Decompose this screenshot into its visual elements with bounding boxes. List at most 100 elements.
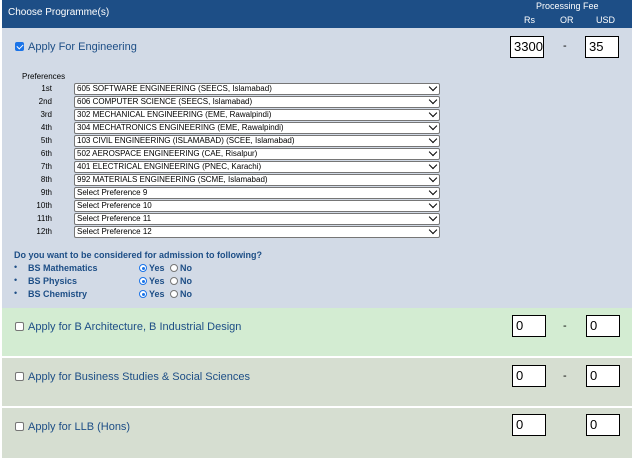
architecture-fee-usd-input[interactable]: 0 [586, 315, 620, 337]
engineering-fee-usd-input[interactable]: 35 [585, 36, 619, 58]
preference-selected-value: Select Preference 11 [77, 214, 152, 223]
preference-selected-value: 302 MECHANICAL ENGINEERING (EME, Rawalpi… [77, 110, 272, 119]
no-label: No [180, 289, 192, 299]
architecture-section: Apply for B Architecture, B Industrial D… [2, 308, 632, 356]
preference-row: 7th 401 ELECTRICAL ENGINEERING (PNEC, Kar… [2, 161, 632, 173]
preference-selected-value: 502 AEROSPACE ENGINEERING (CAE, Risalpur… [77, 149, 258, 158]
engineering-section: Apply For Engineering 3300 - 35 Preferen… [2, 28, 632, 308]
preference-row: 8th 992 MATERIALS ENGINEERING (SCME, Isla… [2, 174, 632, 186]
chevron-down-icon [428, 110, 438, 118]
preference-selected-value: 606 COMPUTER SCIENCE (SEECS, Islamabad) [77, 97, 253, 106]
bs-option-row: • BS Mathematics Yes No [2, 262, 302, 274]
preference-ordinal: 3rd [40, 110, 52, 119]
architecture-checkbox[interactable] [15, 322, 24, 331]
preference-select-7[interactable]: 401 ELECTRICAL ENGINEERING (PNEC, Karach… [74, 161, 440, 173]
preference-row: 6th 502 AEROSPACE ENGINEERING (CAE, Risal… [2, 148, 632, 160]
preference-ordinal: 1st [41, 84, 52, 93]
preference-ordinal: 4th [40, 123, 52, 132]
preference-ordinal: 10th [36, 201, 52, 210]
bullet-icon: • [14, 288, 18, 298]
preference-select-1[interactable]: 605 SOFTWARE ENGINEERING (SEECS, Islamab… [74, 83, 440, 95]
preference-selected-value: Select Preference 10 [77, 201, 152, 210]
preference-ordinal: 2nd [38, 97, 52, 106]
bs-option-row: • BS Chemistry Yes No [2, 288, 302, 300]
chevron-down-icon [428, 97, 438, 105]
architecture-fee-dash: - [563, 320, 567, 332]
preference-row: 10th Select Preference 10 [2, 200, 632, 212]
yes-label: Yes [149, 276, 165, 286]
bs-no-radio[interactable] [170, 264, 178, 272]
preference-ordinal: 8th [40, 175, 52, 184]
llb-label: Apply for LLB (Hons) [28, 421, 131, 433]
chevron-down-icon [428, 136, 438, 144]
preference-selected-value: 304 MECHATRONICS ENGINEERING (EME, Rawal… [77, 123, 284, 132]
preference-select-6[interactable]: 502 AEROSPACE ENGINEERING (CAE, Risalpur… [74, 148, 440, 160]
bs-option-name: BS Mathematics [28, 263, 98, 273]
chevron-down-icon [428, 214, 438, 222]
bullet-icon: • [14, 262, 18, 272]
bs-yes-radio[interactable] [139, 290, 147, 298]
engineering-fee-dash: - [563, 40, 567, 52]
engineering-fee-rs-input[interactable]: 3300 [510, 36, 544, 58]
bs-yes-radio[interactable] [139, 277, 147, 285]
preference-row: 9th Select Preference 9 [2, 187, 632, 199]
preference-select-12[interactable]: Select Preference 12 [74, 226, 440, 238]
no-label: No [180, 276, 192, 286]
bs-yes-radio[interactable] [139, 264, 147, 272]
no-label: No [180, 263, 192, 273]
business-fee-usd-input[interactable]: 0 [586, 365, 620, 387]
chevron-down-icon [428, 201, 438, 209]
llb-section: Apply for LLB (Hons) 0 0 [2, 408, 632, 458]
preference-select-2[interactable]: 606 COMPUTER SCIENCE (SEECS, Islamabad) [74, 96, 440, 108]
llb-checkbox[interactable] [15, 422, 24, 431]
preference-row: 5th 103 CIVIL ENGINEERING (ISLAMABAD) (SC… [2, 135, 632, 147]
bs-no-radio[interactable] [170, 290, 178, 298]
preference-ordinal: 12th [36, 227, 52, 236]
chevron-down-icon [428, 84, 438, 92]
preference-row: 12th Select Preference 12 [2, 226, 632, 238]
chevron-down-icon [428, 175, 438, 183]
bullet-icon: • [14, 275, 18, 285]
bs-option-name: BS Chemistry [28, 289, 88, 299]
preference-select-3[interactable]: 302 MECHANICAL ENGINEERING (EME, Rawalpi… [74, 109, 440, 121]
bs-no-radio[interactable] [170, 277, 178, 285]
preference-select-11[interactable]: Select Preference 11 [74, 213, 440, 225]
yes-label: Yes [149, 289, 165, 299]
preferences-label: Preferences [22, 72, 66, 81]
admission-question: Do you want to be considered for admissi… [14, 250, 263, 260]
llb-fee-usd-input[interactable]: 0 [586, 414, 620, 436]
preference-ordinal: 9th [40, 188, 52, 197]
programme-header: Choose Programme(s) Processing Fee Rs OR… [2, 0, 632, 28]
preference-ordinal: 7th [40, 162, 52, 171]
business-fee-rs-input[interactable]: 0 [512, 365, 546, 387]
preference-row: 3rd 302 MECHANICAL ENGINEERING (EME, Rawa… [2, 109, 632, 121]
preference-select-10[interactable]: Select Preference 10 [74, 200, 440, 212]
preference-ordinal: 5th [40, 136, 52, 145]
preference-selected-value: 103 CIVIL ENGINEERING (ISLAMABAD) (SCEE,… [77, 136, 295, 145]
architecture-fee-rs-input[interactable]: 0 [512, 315, 546, 337]
bs-option-name: BS Physics [28, 276, 78, 286]
rs-column-label: Rs [524, 15, 535, 25]
chevron-down-icon [428, 227, 438, 235]
preference-row: 11th Select Preference 11 [2, 213, 632, 225]
processing-fee-label: Processing Fee [536, 1, 599, 11]
preference-selected-value: Select Preference 9 [77, 188, 148, 197]
or-column-label: OR [560, 15, 574, 25]
preference-select-9[interactable]: Select Preference 9 [74, 187, 440, 199]
preference-row: 2nd 606 COMPUTER SCIENCE (SEECS, Islamaba… [2, 96, 632, 108]
preference-ordinal: 11th [37, 214, 52, 223]
business-checkbox[interactable] [15, 372, 24, 381]
preference-selected-value: 401 ELECTRICAL ENGINEERING (PNEC, Karach… [77, 162, 262, 171]
chevron-down-icon [428, 162, 438, 170]
engineering-checkbox[interactable] [15, 42, 24, 51]
preference-select-4[interactable]: 304 MECHATRONICS ENGINEERING (EME, Rawal… [74, 122, 440, 134]
preference-select-8[interactable]: 992 MATERIALS ENGINEERING (SCME, Islamab… [74, 174, 440, 186]
business-section: Apply for Business Studies & Social Scie… [2, 358, 632, 406]
preference-selected-value: Select Preference 12 [77, 227, 152, 236]
preference-select-5[interactable]: 103 CIVIL ENGINEERING (ISLAMABAD) (SCEE,… [74, 135, 440, 147]
preference-ordinal: 6th [40, 149, 52, 158]
chevron-down-icon [428, 123, 438, 131]
architecture-label: Apply for B Architecture, B Industrial D… [28, 321, 242, 333]
preference-row: 1st 605 SOFTWARE ENGINEERING (SEECS, Isla… [2, 83, 632, 95]
llb-fee-rs-input[interactable]: 0 [512, 414, 546, 436]
